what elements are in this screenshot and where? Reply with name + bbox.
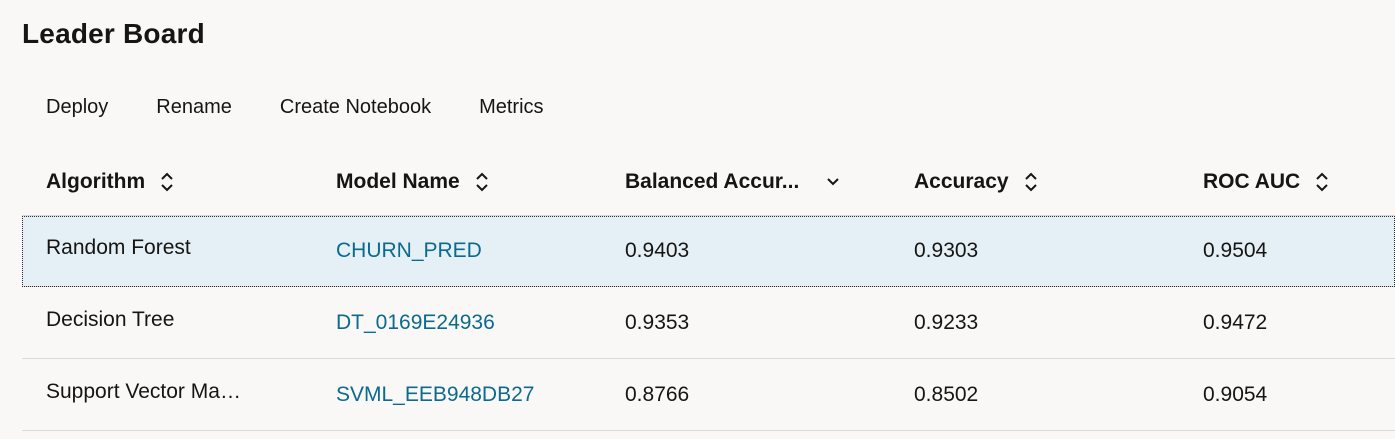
metrics-button[interactable]: Metrics (455, 90, 567, 125)
column-header-label: Model Name (336, 169, 460, 193)
cell-algorithm: Decision Tree (46, 307, 175, 331)
column-header-accuracy[interactable]: Accuracy (890, 170, 1179, 194)
leaderboard-table: Algorithm Model Name Balanced Accur... A… (22, 148, 1395, 431)
cell-algorithm: Random Forest (46, 236, 191, 259)
cell-algorithm: Support Vector Mac... (46, 379, 246, 403)
table-row[interactable]: Support Vector Mac... SVML_EEB948DB27 0.… (22, 359, 1395, 431)
sort-updown-icon[interactable] (159, 171, 175, 193)
table-header-row: Algorithm Model Name Balanced Accur... A… (22, 148, 1395, 216)
column-header-label: Algorithm (46, 169, 146, 193)
cell-roc-auc: 0.9504 (1203, 239, 1268, 262)
sort-updown-icon[interactable] (474, 171, 490, 193)
page-title: Leader Board (22, 18, 205, 49)
table-row[interactable]: Decision Tree DT_0169E24936 0.9353 0.923… (22, 287, 1395, 359)
column-header-label: ROC AUC (1203, 169, 1301, 193)
column-header-roc-auc[interactable]: ROC AUC (1179, 170, 1395, 194)
create-notebook-button[interactable]: Create Notebook (256, 90, 455, 125)
column-header-label: Balanced Accur... (625, 169, 800, 193)
cell-accuracy: 0.9233 (914, 310, 979, 334)
column-header-algorithm[interactable]: Algorithm (22, 170, 312, 194)
cell-balanced-accuracy: 0.9403 (625, 239, 690, 262)
rename-button[interactable]: Rename (132, 90, 256, 125)
cell-model-name[interactable]: DT_0169E24936 (312, 311, 601, 335)
cell-balanced-accuracy: 0.8766 (625, 382, 690, 406)
cell-roc-auc: 0.9472 (1203, 310, 1268, 334)
column-header-balanced-accuracy[interactable]: Balanced Accur... (601, 170, 890, 194)
deploy-button[interactable]: Deploy (22, 90, 132, 125)
chevron-down-icon[interactable] (825, 171, 841, 193)
column-header-label: Accuracy (914, 169, 1009, 193)
cell-model-name[interactable]: SVML_EEB948DB27 (312, 383, 601, 407)
toolbar: Deploy Rename Create Notebook Metrics (22, 88, 568, 126)
cell-model-name[interactable]: CHURN_PRED (312, 239, 601, 263)
cell-accuracy: 0.8502 (914, 382, 979, 406)
model-name-link[interactable]: SVML_EEB948DB27 (336, 383, 534, 406)
model-name-link[interactable]: CHURN_PRED (336, 239, 482, 262)
cell-accuracy: 0.9303 (914, 239, 979, 262)
sort-updown-icon[interactable] (1023, 171, 1039, 193)
sort-updown-icon[interactable] (1314, 171, 1330, 193)
cell-balanced-accuracy: 0.9353 (625, 310, 690, 334)
cell-roc-auc: 0.9054 (1203, 382, 1268, 406)
column-header-model-name[interactable]: Model Name (312, 170, 601, 194)
table-row[interactable]: Random Forest CHURN_PRED 0.9403 0.9303 0… (22, 216, 1395, 287)
model-name-link[interactable]: DT_0169E24936 (336, 311, 495, 334)
